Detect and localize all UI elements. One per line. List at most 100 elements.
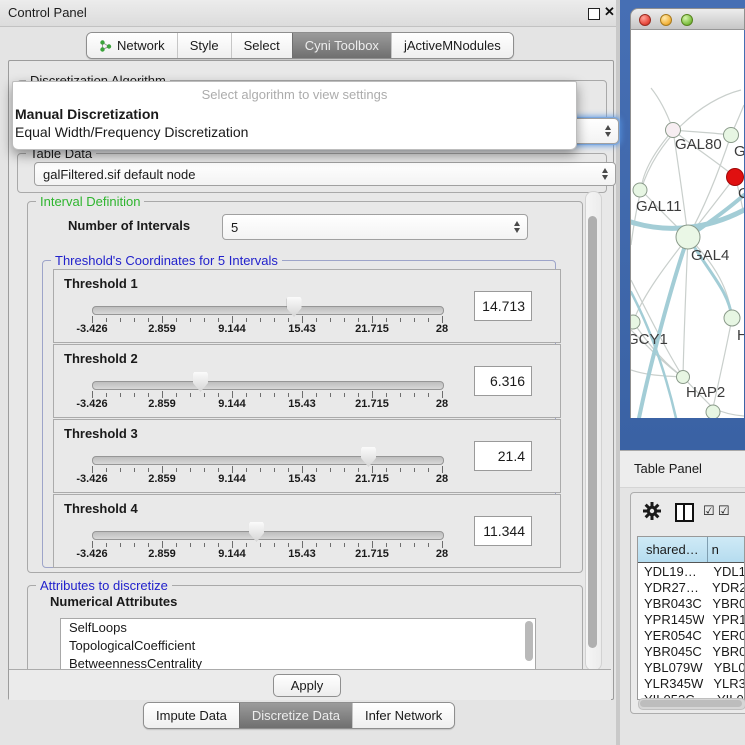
tick-label: -3.426 — [76, 548, 107, 560]
network-edge — [633, 237, 688, 322]
table-row[interactable]: YER054CYER0 — [638, 627, 744, 643]
control-panel-titlebar: Control Panel ✕ — [0, 0, 618, 27]
screen: Control Panel ✕ NetworkStyleSelectCyni T… — [0, 0, 745, 745]
minimize-traffic-light-icon[interactable] — [660, 14, 672, 26]
network-edge — [631, 280, 683, 377]
minor-tick — [218, 318, 219, 322]
minor-tick — [358, 393, 359, 397]
tab-network[interactable]: Network — [87, 33, 177, 58]
table-data-combobox[interactable]: galFiltered.sif default node — [34, 162, 616, 186]
algorithm-option-equal-width-frequency-discretization[interactable]: Equal Width/Frequency Discretization — [15, 124, 248, 140]
tab-infer-network[interactable]: Infer Network — [352, 703, 454, 728]
network-node-label: GCY1 — [631, 331, 668, 348]
tab-discretize-data[interactable]: Discretize Data — [239, 703, 352, 728]
major-tick — [92, 391, 93, 398]
threshold-value-field[interactable]: 14.713 — [474, 291, 532, 321]
algorithm-option-manual-discretization[interactable]: Manual Discretization — [15, 106, 159, 122]
network-node[interactable] — [706, 405, 720, 418]
major-tick — [442, 541, 443, 548]
slider-track[interactable] — [92, 531, 444, 540]
scrollbar-thumb[interactable] — [640, 700, 742, 707]
gear-icon[interactable] — [643, 502, 661, 520]
network-node-c[interactable] — [727, 169, 744, 186]
close-traffic-light-icon[interactable] — [639, 14, 651, 26]
scrollbar-thumb[interactable] — [588, 216, 597, 648]
slider-track[interactable] — [92, 456, 444, 465]
major-tick — [372, 316, 373, 323]
minor-tick — [148, 318, 149, 322]
network-node-gcy1[interactable] — [631, 315, 640, 329]
apply-button[interactable]: Apply — [273, 674, 341, 697]
minor-tick — [316, 393, 317, 397]
tab-cyni-toolbox[interactable]: Cyni Toolbox — [292, 33, 391, 58]
attribute-item-selfloops[interactable]: SelfLoops — [61, 619, 535, 637]
settings-vertical-scrollbar[interactable] — [585, 191, 602, 671]
num-intervals-label: Number of Intervals — [68, 218, 190, 233]
algorithm-placeholder-option[interactable]: Select algorithm to view settings — [13, 87, 576, 102]
tab-impute-data[interactable]: Impute Data — [144, 703, 239, 728]
minor-tick — [414, 393, 415, 397]
minor-tick — [134, 318, 135, 322]
network-canvas[interactable]: GAL80GACGAL11GAL4GCY1HHAP2 — [630, 30, 744, 418]
checkbox-icon[interactable]: ☑ — [703, 503, 715, 519]
zoom-traffic-light-icon[interactable] — [681, 14, 693, 26]
minor-tick — [386, 318, 387, 322]
tick-label: 9.144 — [218, 473, 246, 485]
numerical-attributes-list[interactable]: SelfLoopsTopologicalCoefficientBetweenne… — [60, 618, 536, 669]
table-row[interactable]: YDR27…YDR2 — [638, 579, 744, 595]
table-horizontal-scrollbar[interactable] — [638, 698, 745, 710]
column-header-1[interactable]: shared… — [638, 537, 708, 562]
threshold-box-3: Threshold 3-3.4262.8599.14415.4321.71528… — [53, 419, 561, 493]
tab-select[interactable]: Select — [231, 33, 292, 58]
table-rows: YDL19…YDL1YDR27…YDR2YBR043CYBR0YPR145WYP… — [638, 563, 744, 699]
network-node-hap2[interactable] — [677, 371, 690, 384]
minor-tick — [316, 318, 317, 322]
slider-track[interactable] — [92, 306, 444, 315]
tab-style[interactable]: Style — [177, 33, 231, 58]
threshold-box-1: Threshold 1-3.4262.8599.14415.4321.71528… — [53, 269, 561, 343]
close-icon[interactable]: ✕ — [604, 4, 615, 20]
float-window-icon[interactable] — [588, 8, 600, 20]
num-intervals-combobox[interactable]: 5 — [222, 214, 528, 240]
network-window-titlebar[interactable] — [630, 8, 745, 30]
threshold-value-field[interactable]: 11.344 — [474, 516, 532, 546]
list-scrollbar-thumb[interactable] — [525, 621, 533, 661]
split-columns-icon[interactable] — [675, 503, 694, 522]
combo-stepper-icon — [605, 125, 611, 137]
top-tabstrip: NetworkStyleSelectCyni ToolboxjActiveMNo… — [86, 32, 514, 59]
threshold-value-field[interactable]: 21.4 — [474, 441, 532, 471]
network-node-label: GAL80 — [675, 136, 722, 153]
minor-tick — [428, 468, 429, 472]
tick-label: 28 — [436, 548, 448, 560]
table-row[interactable]: YPR145WYPR1 — [638, 611, 744, 627]
minor-tick — [260, 393, 261, 397]
threshold-value-field[interactable]: 6.316 — [474, 366, 532, 396]
table-header-row: shared…n — [638, 537, 744, 563]
checkbox-icon[interactable]: ☑ — [718, 503, 730, 519]
major-tick — [372, 541, 373, 548]
table-row[interactable]: YDL19…YDL1 — [638, 563, 744, 579]
table-row[interactable]: YLR345WYLR3 — [638, 675, 744, 691]
network-node-h[interactable] — [724, 310, 740, 326]
major-tick — [442, 391, 443, 398]
tab-jactivemnodules[interactable]: jActiveMNodules — [391, 33, 513, 58]
column-header-2[interactable]: n — [708, 537, 744, 562]
minor-tick — [246, 393, 247, 397]
table-row[interactable]: YBL079WYBL0 — [638, 659, 744, 675]
combo-stepper-icon — [514, 221, 520, 233]
minor-tick — [106, 543, 107, 547]
attribute-item-betweennesscentrality[interactable]: BetweennessCentrality — [61, 655, 535, 669]
table-row[interactable]: YBR043CYBR0 — [638, 595, 744, 611]
cell-name: YBR0 — [704, 596, 744, 611]
minor-tick — [246, 468, 247, 472]
network-node-gal11[interactable] — [633, 183, 647, 197]
network-node-gal4[interactable] — [676, 225, 700, 249]
network-node-label: GA — [734, 143, 744, 160]
slider-track[interactable] — [92, 381, 444, 390]
attribute-item-topologicalcoefficient[interactable]: TopologicalCoefficient — [61, 637, 535, 655]
major-tick — [92, 316, 93, 323]
major-tick — [442, 466, 443, 473]
table-row[interactable]: YBR045CYBR0 — [638, 643, 744, 659]
network-node-ga[interactable] — [724, 128, 739, 143]
minor-tick — [204, 468, 205, 472]
